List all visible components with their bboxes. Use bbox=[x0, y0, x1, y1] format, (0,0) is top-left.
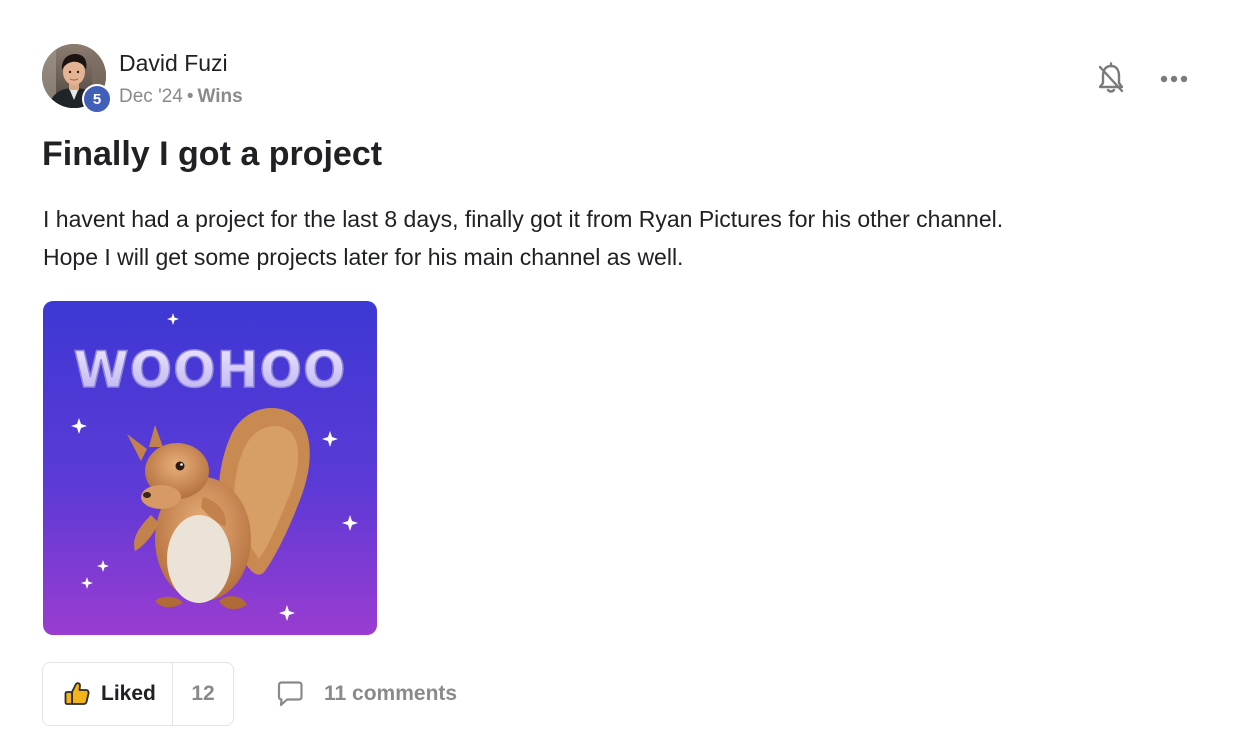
more-options-button[interactable] bbox=[1156, 64, 1192, 94]
gif-illustration: WOOHOO bbox=[43, 301, 377, 635]
post-title: Finally I got a project bbox=[42, 135, 383, 173]
thumbs-up-icon bbox=[64, 682, 90, 705]
like-count[interactable]: 12 bbox=[173, 663, 233, 725]
post-card: 5 David Fuzi Dec '24 • Wins Finally I got … bbox=[0, 0, 1244, 740]
post-body-line: Hope I will get some projects later for … bbox=[43, 244, 684, 270]
author-avatar-wrap[interactable]: 5 bbox=[42, 44, 112, 114]
like-group: Liked 12 bbox=[42, 662, 234, 726]
meta-separator: • bbox=[186, 86, 194, 107]
post-meta: Dec '24 • Wins bbox=[119, 86, 243, 108]
author-name[interactable]: David Fuzi bbox=[119, 50, 228, 77]
gif-caption: WOOHOO bbox=[73, 341, 346, 399]
notifications-toggle-button[interactable] bbox=[1094, 60, 1128, 98]
like-label: Liked bbox=[101, 682, 156, 705]
post-gif-image[interactable]: WOOHOO bbox=[43, 301, 377, 635]
post-category[interactable]: Wins bbox=[197, 86, 242, 107]
more-horizontal-icon bbox=[1160, 75, 1188, 83]
post-date[interactable]: Dec '24 bbox=[119, 86, 183, 107]
comments-button[interactable]: 11 comments bbox=[274, 678, 457, 710]
post-body-line: I havent had a project for the last 8 da… bbox=[43, 206, 1004, 232]
post-body: I havent had a project for the last 8 da… bbox=[43, 200, 1193, 276]
comments-label: 11 comments bbox=[324, 682, 458, 705]
comment-icon bbox=[277, 681, 303, 707]
like-button[interactable]: Liked bbox=[43, 663, 173, 725]
bell-off-icon bbox=[1098, 62, 1124, 93]
level-badge: 5 bbox=[82, 84, 112, 114]
